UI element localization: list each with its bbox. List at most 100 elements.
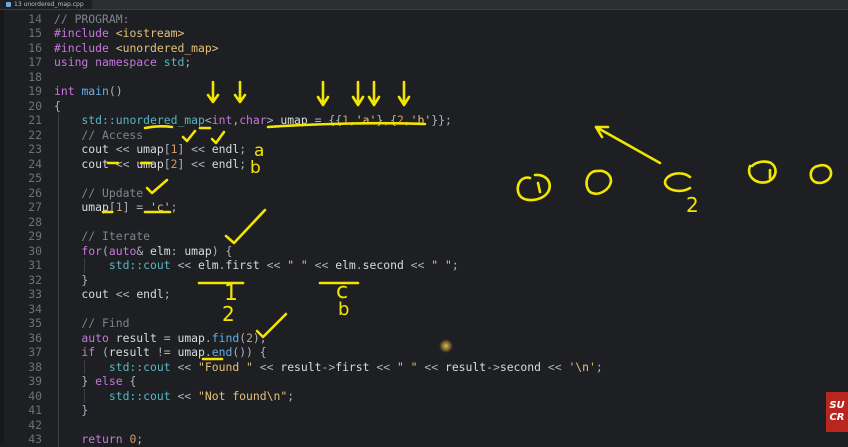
- line-number: 37: [28, 345, 42, 359]
- code-token: &: [136, 243, 151, 258]
- code-text: if (result != umap.end()) {: [54, 345, 267, 360]
- file-tab[interactable]: 13 unordered_map.cpp: [0, 0, 92, 9]
- code-line[interactable]: 14 // PROGRAM:: [0, 12, 848, 27]
- code-token: <<: [417, 359, 445, 374]
- line-number: 19: [28, 84, 42, 98]
- code-line[interactable]: 33 cout << endl;: [0, 287, 848, 302]
- code-text: // Iterate: [54, 229, 150, 244]
- code-token: ] <<: [177, 142, 212, 156]
- code-token: #include: [54, 26, 116, 40]
- code-line[interactable]: 34: [0, 302, 848, 317]
- code-token: end: [211, 345, 233, 359]
- code-token: <<: [541, 359, 569, 374]
- line-number: 17: [28, 55, 42, 69]
- code-token: first: [225, 258, 260, 272]
- code-token: .: [204, 345, 212, 359]
- code-line[interactable]: 20 {: [0, 99, 848, 114]
- code-token: 'c': [150, 200, 171, 214]
- code-line[interactable]: 24 cout << umap[2] << endl;: [0, 157, 848, 172]
- line-number: 25: [28, 171, 42, 185]
- code-token: (): [108, 84, 123, 98]
- code-token: <<: [252, 359, 281, 374]
- code-token: umap: [184, 243, 212, 258]
- code-token: ;: [287, 388, 295, 403]
- code-line[interactable]: 18: [0, 70, 848, 85]
- code-line[interactable]: 22 // Access: [0, 128, 848, 143]
- indent-guide: [84, 388, 85, 403]
- editor-tab-bar: 13 unordered_map.cpp: [0, 0, 848, 10]
- code-text: // Update: [54, 186, 143, 201]
- code-line[interactable]: 23 cout << umap[1] << endl;: [0, 142, 848, 157]
- code-text: cout << endl;: [54, 287, 170, 302]
- code-line[interactable]: 25: [0, 171, 848, 186]
- code-line[interactable]: 17 using namespace std;: [0, 55, 848, 70]
- code-line[interactable]: 42: [0, 418, 848, 433]
- code-token: result: [280, 359, 322, 374]
- code-token: "Found ": [198, 359, 253, 374]
- code-token: endl: [136, 287, 164, 301]
- code-token: using namespace: [54, 55, 164, 69]
- code-line[interactable]: 15 #include <iostream>: [0, 26, 848, 41]
- code-token: ] =: [122, 200, 151, 214]
- code-line[interactable]: 19 int main(): [0, 84, 848, 99]
- code-token: std::cout: [54, 359, 178, 374]
- line-number: 29: [28, 229, 42, 243]
- line-number: 18: [28, 69, 42, 84]
- code-token: int: [211, 113, 233, 127]
- code-token: <<: [259, 258, 288, 272]
- code-token: ;: [239, 142, 247, 156]
- code-token: 'b': [410, 113, 432, 127]
- code-editor[interactable]: 14 // PROGRAM: 15 #include <iostream> 16 #inc…: [0, 10, 848, 447]
- line-number: 39: [28, 374, 42, 388]
- line-number: 24: [28, 156, 42, 171]
- code-token: " ": [287, 258, 308, 272]
- code-token: " ": [396, 359, 418, 374]
- code-token: {: [122, 374, 137, 388]
- code-line[interactable]: 41 }: [0, 403, 848, 418]
- code-text: cout << umap[1] << endl;: [54, 142, 246, 157]
- code-text: umap[1] = 'c';: [54, 200, 177, 215]
- code-line[interactable]: 21 std::unordered_map<int,char> umap = {…: [0, 113, 848, 128]
- line-number: 43: [28, 432, 42, 446]
- code-token: :: [170, 243, 185, 258]
- code-token: <<: [307, 258, 336, 272]
- code-token: {: [54, 98, 61, 113]
- code-token: elm: [198, 258, 219, 272]
- code-line[interactable]: 27 umap[1] = 'c';: [0, 200, 848, 215]
- code-token: [: [163, 156, 171, 171]
- code-token: umap: [177, 330, 205, 345]
- code-token: auto: [54, 330, 116, 345]
- code-line[interactable]: 39 } else {: [0, 374, 848, 389]
- code-line[interactable]: 37 if (result != umap.end()) {: [0, 345, 848, 360]
- code-token: 'a': [355, 113, 377, 127]
- code-token: endl: [211, 142, 240, 156]
- code-token: ,: [348, 113, 356, 127]
- code-token: umap: [280, 113, 308, 127]
- code-line[interactable]: 35 // Find: [0, 316, 848, 331]
- code-line[interactable]: 26 // Update: [0, 186, 848, 201]
- code-line[interactable]: 32 }: [0, 273, 848, 288]
- code-text: std::cout << elm.first << " " << elm.sec…: [54, 258, 459, 273]
- code-line[interactable]: 43 return 0;: [0, 432, 848, 447]
- code-text: } else {: [54, 374, 136, 389]
- code-line[interactable]: 16 #include <unordered_map>: [0, 41, 848, 56]
- code-line[interactable]: 31 std::cout << elm.first << " " << elm.…: [0, 258, 848, 273]
- code-token: endl: [211, 156, 240, 171]
- line-number: 32: [28, 272, 42, 287]
- code-token: ()) {: [232, 345, 267, 359]
- code-line[interactable]: 29 // Iterate: [0, 229, 848, 244]
- code-token: }: [54, 403, 89, 417]
- code-line[interactable]: 40 std::cout << "Not found\n";: [0, 389, 848, 404]
- code-line[interactable]: 38 std::cout << "Found " << result->firs…: [0, 360, 848, 375]
- code-token: ;: [451, 258, 459, 272]
- code-token: // Update: [54, 185, 144, 200]
- code-line[interactable]: 36 auto result = umap.find(2);: [0, 331, 848, 346]
- code-line[interactable]: 30 for(auto& elm: umap) {: [0, 244, 848, 259]
- code-token: second: [362, 258, 404, 272]
- code-token: elm: [150, 243, 171, 258]
- code-token: umap: [136, 142, 164, 156]
- code-token: (: [102, 345, 109, 359]
- code-token: <<: [115, 156, 137, 171]
- code-line[interactable]: 28: [0, 215, 848, 230]
- code-token: if: [54, 345, 103, 359]
